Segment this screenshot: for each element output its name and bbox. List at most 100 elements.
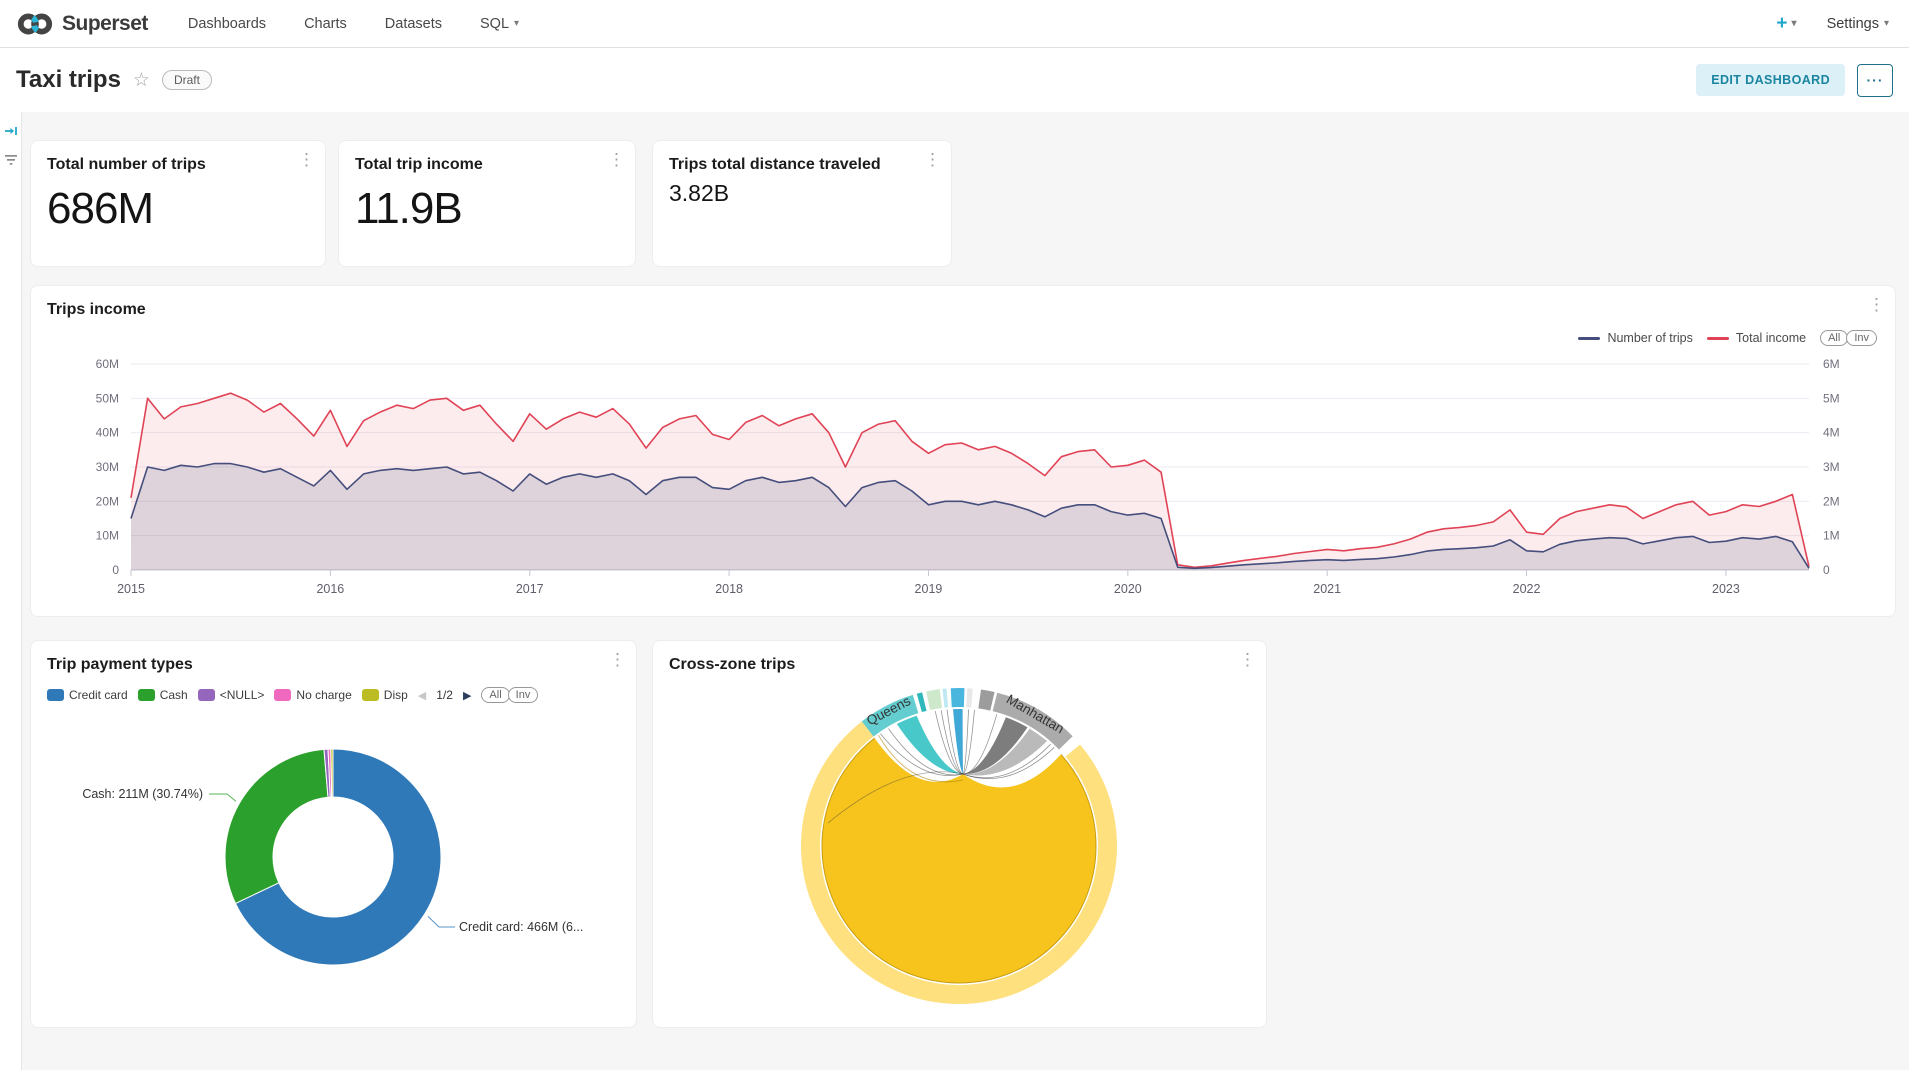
svg-text:60M: 60M [96, 357, 119, 371]
legend-item-disp[interactable]: Disp [362, 688, 408, 702]
trips-income-legend: Number of trips Total income All Inv [1578, 330, 1877, 346]
svg-text:2M: 2M [1823, 494, 1840, 508]
legend-swatch [198, 689, 215, 701]
filter-bar-collapsed [0, 112, 22, 1070]
legend-label: Total income [1736, 331, 1806, 345]
kpi-value: 11.9B [355, 184, 619, 234]
chevron-down-icon: ▾ [1884, 18, 1889, 29]
edit-dashboard-button[interactable]: EDIT DASHBOARD [1696, 64, 1845, 96]
page-title: Taxi trips [16, 66, 121, 94]
plus-icon: + [1776, 13, 1787, 35]
chart-title: Cross-zone trips [669, 655, 795, 676]
legend-label: No charge [296, 688, 351, 702]
status-badge: Draft [162, 70, 212, 90]
nav-sql[interactable]: SQL ▾ [480, 16, 519, 32]
kpi-card-total-distance: Trips total distance traveled ⋮ 3.82B [652, 140, 952, 267]
svg-text:6M: 6M [1823, 357, 1840, 371]
nav-sql-label: SQL [480, 16, 509, 32]
chevron-down-icon: ▾ [514, 18, 519, 29]
legend-buttons: All Inv [1820, 330, 1877, 346]
expand-filter-bar-icon[interactable] [4, 124, 18, 138]
dashboard-actions: EDIT DASHBOARD ··· [1696, 64, 1893, 97]
payment-donut-chart[interactable]: Cash: 211M (30.74%) Credit card: 466M (6.… [31, 717, 638, 1021]
svg-text:2018: 2018 [715, 582, 743, 596]
kebab-menu-icon[interactable]: ⋮ [924, 151, 941, 168]
kpi-value: 3.82B [669, 180, 935, 207]
svg-text:2015: 2015 [117, 582, 145, 596]
svg-text:20M: 20M [96, 494, 119, 508]
legend-item-cash[interactable]: Cash [138, 688, 188, 702]
svg-text:5M: 5M [1823, 391, 1840, 405]
svg-text:2022: 2022 [1513, 582, 1541, 596]
svg-text:3M: 3M [1823, 460, 1840, 474]
svg-text:2017: 2017 [516, 582, 544, 596]
legend-page-indicator: 1/2 [436, 688, 453, 702]
dashboard-canvas: Total number of trips ⋮ 686M Total trip … [0, 112, 1909, 1070]
legend-label: Credit card [69, 688, 128, 702]
chevron-down-icon: ▾ [1792, 18, 1797, 29]
filter-icon[interactable] [4, 154, 18, 166]
legend-item-credit-card[interactable]: Credit card [47, 688, 128, 702]
main-nav: Dashboards Charts Datasets SQL ▾ [188, 16, 519, 32]
legend-item-number-of-trips[interactable]: Number of trips [1578, 331, 1692, 345]
settings-menu[interactable]: Settings ▾ [1827, 16, 1889, 32]
trips-income-card: Trips income ⋮ Number of trips Total inc… [30, 285, 1896, 617]
svg-text:Credit card: 466M (6...: Credit card: 466M (6... [459, 920, 583, 934]
svg-text:2021: 2021 [1313, 582, 1341, 596]
svg-text:2016: 2016 [316, 582, 344, 596]
trip-payment-types-card: Trip payment types ⋮ Credit card Cash <N… [30, 640, 637, 1028]
nav-charts[interactable]: Charts [304, 16, 347, 32]
svg-text:50M: 50M [96, 391, 119, 405]
more-actions-button[interactable]: ··· [1857, 64, 1893, 97]
svg-text:40M: 40M [96, 426, 119, 440]
legend-item-no-charge[interactable]: No charge [274, 688, 351, 702]
kpi-title: Trips total distance traveled [669, 155, 935, 176]
brand-name: Superset [62, 12, 148, 36]
svg-text:2023: 2023 [1712, 582, 1740, 596]
legend-swatch [138, 689, 155, 701]
svg-text:4M: 4M [1823, 426, 1840, 440]
legend-swatch [47, 689, 64, 701]
cross-zone-chord-chart[interactable]: QueensManhattan [653, 641, 1268, 1029]
svg-text:Cash: 211M (30.74%): Cash: 211M (30.74%) [82, 787, 203, 801]
svg-text:1M: 1M [1823, 529, 1840, 543]
nav-datasets[interactable]: Datasets [385, 16, 442, 32]
legend-inv-button[interactable]: Inv [1846, 330, 1877, 346]
payment-legend: Credit card Cash <NULL> No charge Disp [47, 687, 626, 703]
kpi-title: Total number of trips [47, 155, 309, 176]
dashboard-header: Taxi trips ☆ Draft EDIT DASHBOARD ··· [0, 48, 1909, 112]
legend-item-total-income[interactable]: Total income [1707, 331, 1806, 345]
legend-label: <NULL> [220, 688, 265, 702]
legend-item-null[interactable]: <NULL> [198, 688, 265, 702]
nav-datasets-label: Datasets [385, 16, 442, 32]
nav-charts-label: Charts [304, 16, 347, 32]
legend-all-button[interactable]: All [481, 687, 509, 703]
chart-title: Trip payment types [47, 655, 193, 676]
svg-text:30M: 30M [96, 460, 119, 474]
settings-label: Settings [1827, 16, 1879, 32]
cross-zone-trips-card: Cross-zone trips ⋮ QueensManhattan [652, 640, 1267, 1028]
superset-app: Superset Dashboards Charts Datasets SQL ▾… [0, 0, 1909, 1070]
kpi-card-trip-income: Total trip income ⋮ 11.9B [338, 140, 636, 267]
trips-income-chart[interactable]: 60M6M50M5M40M4M30M3M20M2M10M1M0020152016… [47, 350, 1881, 602]
legend-next-page-icon[interactable]: ▶ [463, 689, 471, 702]
legend-prev-page-icon[interactable]: ◀ [418, 689, 426, 702]
favorite-star-icon[interactable]: ☆ [133, 69, 150, 92]
svg-text:0: 0 [112, 563, 119, 577]
legend-buttons: All Inv [481, 687, 538, 703]
kebab-menu-icon[interactable]: ⋮ [609, 651, 626, 668]
superset-logo[interactable]: Superset [16, 11, 148, 37]
legend-all-button[interactable]: All [1820, 330, 1848, 346]
nav-dashboards[interactable]: Dashboards [188, 16, 266, 32]
kebab-menu-icon[interactable]: ⋮ [1239, 651, 1256, 668]
legend-inv-button[interactable]: Inv [508, 687, 539, 703]
add-new-button[interactable]: +▾ [1776, 13, 1796, 35]
kebab-menu-icon[interactable]: ⋮ [608, 151, 625, 168]
kebab-menu-icon[interactable]: ⋮ [1868, 296, 1885, 313]
kpi-title: Total trip income [355, 155, 619, 176]
kebab-menu-icon[interactable]: ⋮ [298, 151, 315, 168]
kpi-value: 686M [47, 184, 309, 234]
legend-line-swatch [1578, 337, 1600, 340]
chart-title: Trips income [47, 300, 146, 321]
svg-text:2020: 2020 [1114, 582, 1142, 596]
